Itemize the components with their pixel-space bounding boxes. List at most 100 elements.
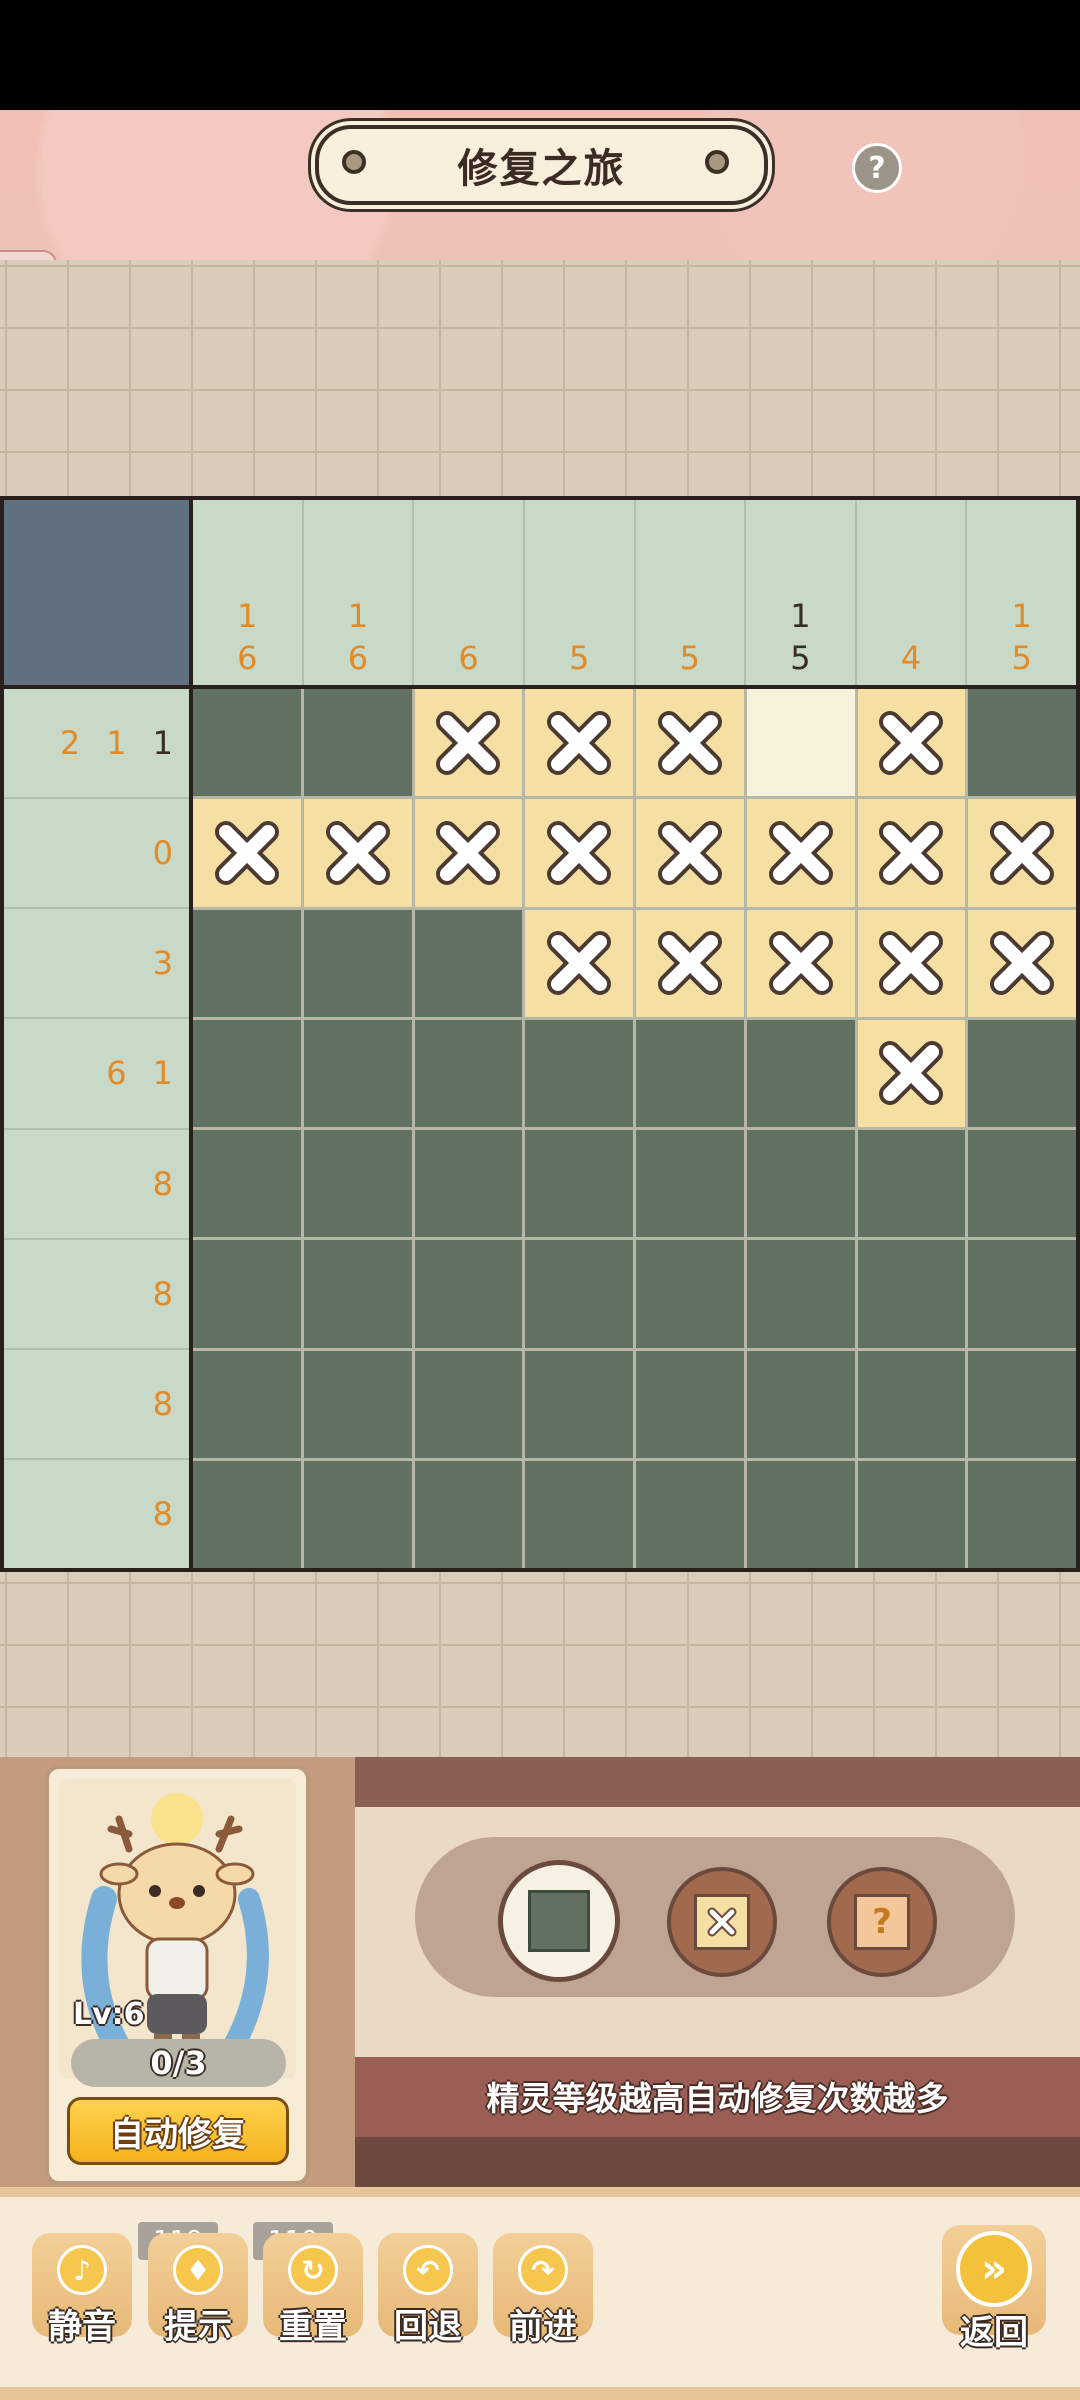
crossed-cell[interactable]: [746, 909, 855, 1017]
filled-cell[interactable]: [414, 1350, 523, 1458]
crossed-cell[interactable]: [857, 909, 966, 1017]
filled-cell[interactable]: [636, 1019, 744, 1127]
filled-cell[interactable]: [857, 1460, 966, 1568]
crossed-cell[interactable]: [414, 689, 523, 797]
filled-cell[interactable]: [857, 1350, 966, 1458]
filled-cell[interactable]: [525, 1350, 633, 1458]
filled-cell[interactable]: [525, 1019, 633, 1127]
row-clue: 8: [4, 1239, 189, 1350]
crossed-cell[interactable]: [636, 799, 744, 907]
auto-repair-button[interactable]: 自动修复: [67, 2097, 289, 2165]
filled-cell[interactable]: [968, 1130, 1076, 1238]
sprite-level: Lv:6: [73, 1997, 145, 2032]
filled-cell[interactable]: [303, 1240, 412, 1348]
filled-cell[interactable]: [746, 1019, 855, 1127]
filled-cell[interactable]: [636, 1240, 744, 1348]
back-button[interactable]: » 返回: [942, 2225, 1046, 2353]
refresh-icon: ↻: [288, 2245, 338, 2295]
filled-cell[interactable]: [857, 1130, 966, 1238]
filled-cell[interactable]: [414, 1130, 523, 1238]
crossed-cell[interactable]: [414, 799, 523, 907]
crossed-cell[interactable]: [636, 689, 744, 797]
filled-cell[interactable]: [303, 1460, 412, 1568]
mute-button[interactable]: ♪ 静音: [32, 2233, 132, 2347]
column-clues: 161665515415: [193, 500, 1076, 685]
hint-button[interactable]: ♦ 提示: [148, 2233, 248, 2347]
bell-icon: ♦: [173, 2245, 223, 2295]
filled-cell[interactable]: [414, 1019, 523, 1127]
filled-cell[interactable]: [968, 1460, 1076, 1568]
redo-button[interactable]: ↷ 前进: [493, 2233, 593, 2347]
filled-cell[interactable]: [303, 909, 412, 1017]
row-clue: 211: [4, 689, 189, 800]
filled-cell[interactable]: [303, 689, 412, 797]
help-button[interactable]: ?: [852, 143, 902, 193]
filled-cell[interactable]: [303, 1350, 412, 1458]
x-mark-icon: [436, 820, 501, 885]
crossed-cell[interactable]: [303, 799, 412, 907]
filled-cell[interactable]: [968, 1240, 1076, 1348]
crossed-cell[interactable]: [968, 799, 1076, 907]
plate-rivet-right: [705, 150, 729, 174]
fill-mode-button[interactable]: [498, 1860, 620, 1982]
filled-cell[interactable]: [968, 689, 1076, 797]
x-mark-icon: [768, 820, 833, 885]
empty-cell[interactable]: [746, 689, 855, 797]
x-mark-icon: [879, 820, 944, 885]
crossed-cell[interactable]: [968, 909, 1076, 1017]
filled-cell[interactable]: [746, 1350, 855, 1458]
filled-cell[interactable]: [636, 1350, 744, 1458]
column-clue: 5: [635, 500, 747, 685]
crossed-cell[interactable]: [857, 689, 966, 797]
crossed-cell[interactable]: [193, 799, 301, 907]
x-mark-icon: [707, 1907, 737, 1937]
filled-cell[interactable]: [193, 1460, 301, 1568]
filled-cell[interactable]: [303, 1130, 412, 1238]
clue-number: 6: [458, 639, 479, 677]
cross-mode-button[interactable]: [667, 1867, 777, 1977]
crossed-cell[interactable]: [525, 799, 633, 907]
filled-cell[interactable]: [414, 1460, 523, 1568]
filled-cell[interactable]: [746, 1130, 855, 1238]
crossed-cell[interactable]: [636, 909, 744, 1017]
filled-cell[interactable]: [303, 1019, 412, 1127]
unknown-mode-button[interactable]: ?: [827, 1867, 937, 1977]
undo-button[interactable]: ↶ 回退: [378, 2233, 478, 2347]
filled-cell[interactable]: [968, 1019, 1076, 1127]
filled-cell[interactable]: [193, 1240, 301, 1348]
filled-cell[interactable]: [414, 909, 523, 1017]
crossed-cell[interactable]: [525, 909, 633, 1017]
x-mark-icon: [768, 931, 833, 996]
filled-cell[interactable]: [193, 909, 301, 1017]
filled-cell[interactable]: [414, 1240, 523, 1348]
filled-cell[interactable]: [746, 1460, 855, 1568]
filled-cell[interactable]: [636, 1130, 744, 1238]
x-mark-icon: [990, 931, 1055, 996]
x-mark-icon: [657, 820, 722, 885]
crossed-cell[interactable]: [857, 1019, 966, 1127]
arrow-right-icon: »: [956, 2231, 1032, 2307]
filled-cell[interactable]: [193, 1130, 301, 1238]
filled-cell[interactable]: [525, 1240, 633, 1348]
filled-cell[interactable]: [636, 1460, 744, 1568]
x-mark-icon: [879, 1041, 944, 1106]
undo-label: 回退: [394, 2307, 462, 2347]
graph-paper-bottom: [0, 1572, 1080, 1757]
reset-button[interactable]: ↻ 重置: [263, 2233, 363, 2347]
filled-cell[interactable]: [193, 689, 301, 797]
sprite-panel: Lv:6 0/3 自动修复: [45, 1765, 310, 2185]
filled-cell[interactable]: [525, 1130, 633, 1238]
clue-number: 6: [347, 639, 369, 677]
filled-cell[interactable]: [525, 1460, 633, 1568]
crossed-cell[interactable]: [746, 799, 855, 907]
crossed-cell[interactable]: [525, 689, 633, 797]
filled-cell[interactable]: [857, 1240, 966, 1348]
column-clue: 5: [524, 500, 636, 685]
filled-cell[interactable]: [746, 1240, 855, 1348]
filled-cell[interactable]: [968, 1350, 1076, 1458]
filled-cell[interactable]: [193, 1350, 301, 1458]
bottom-toolbar: ♪ 静音 119 ♦ 提示 110 ↻ 重置 ↶ 回退 ↷ 前进 » 返回: [0, 2187, 1080, 2400]
filled-cell[interactable]: [193, 1019, 301, 1127]
crossed-cell[interactable]: [857, 799, 966, 907]
panel-bottom-band: [355, 2137, 1080, 2187]
